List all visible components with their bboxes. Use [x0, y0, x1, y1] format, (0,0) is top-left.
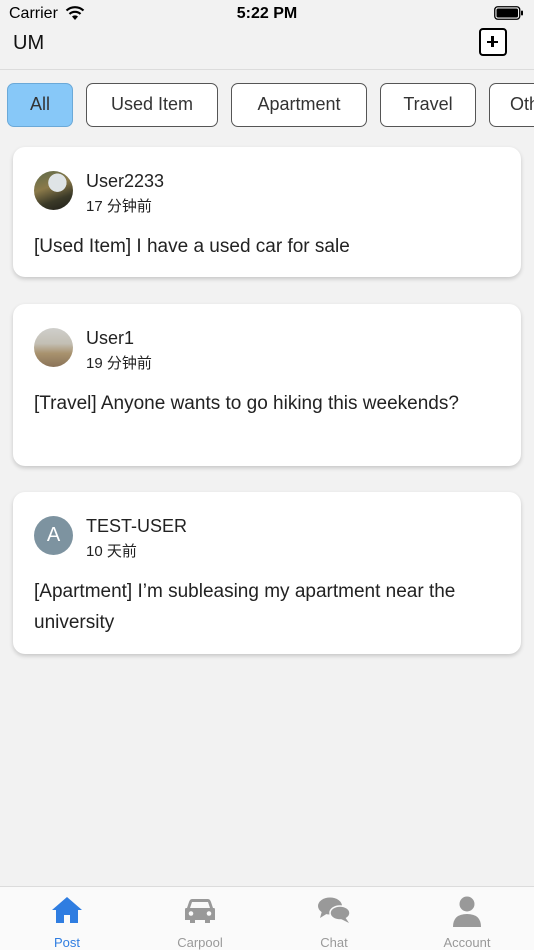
category-filter-bar[interactable]: All Used Item Apartment Travel Other — [7, 83, 534, 127]
post-card[interactable]: User2233 17 分钟前 [Used Item] I have a use… — [13, 147, 521, 277]
post-username: User2233 — [86, 171, 165, 191]
avatar — [34, 328, 73, 367]
status-bar: Carrier 5:22 PM — [0, 0, 534, 28]
app-header: UM — [0, 28, 534, 70]
tab-post[interactable]: Post — [0, 887, 134, 950]
tab-chat[interactable]: Chat — [267, 887, 401, 950]
filter-chip-other[interactable]: Other — [489, 83, 534, 127]
battery-icon — [494, 6, 523, 20]
tab-label: Carpool — [177, 935, 223, 950]
filter-chip-travel[interactable]: Travel — [380, 83, 476, 127]
tab-label: Post — [53, 935, 80, 950]
app-screen: Carrier 5:22 PM UM All Used Item Apartme… — [0, 0, 534, 950]
app-title: UM — [13, 32, 45, 54]
tab-label: Chat — [320, 935, 348, 950]
bottom-tab-bar: Post Carpool Chat Account — [0, 886, 534, 950]
filter-chip-apartment[interactable]: Apartment — [231, 83, 367, 127]
tab-carpool[interactable]: Carpool — [133, 887, 267, 950]
tab-label: Account — [443, 935, 491, 950]
post-timestamp: 19 分钟前 — [86, 355, 152, 372]
home-icon — [52, 897, 82, 923]
post-content: [Travel] Anyone wants to go hiking this … — [34, 393, 459, 414]
post-card[interactable]: A TEST-USER 10 天前 [Apartment] I’m sublea… — [13, 492, 521, 654]
post-username: TEST-USER — [86, 516, 188, 536]
post-username: User1 — [86, 328, 135, 348]
post-content: [Apartment] I’m subleasing my apartment … — [34, 581, 456, 633]
avatar — [34, 171, 73, 210]
clock: 5:22 PM — [236, 5, 298, 22]
post-content: [Used Item] I have a used car for sale — [34, 236, 350, 257]
avatar: A — [34, 516, 73, 555]
post-timestamp: 17 分钟前 — [86, 198, 152, 215]
tab-account[interactable]: Account — [400, 887, 534, 950]
post-timestamp: 10 天前 — [86, 543, 137, 560]
add-post-button[interactable] — [479, 28, 507, 56]
post-card[interactable]: User1 19 分钟前 [Travel] Anyone wants to go… — [13, 304, 521, 466]
filter-chip-used-item[interactable]: Used Item — [86, 83, 218, 127]
filter-chip-all[interactable]: All — [7, 83, 73, 127]
chat-icon — [318, 897, 351, 923]
user-icon — [453, 896, 481, 927]
car-icon — [185, 899, 215, 923]
